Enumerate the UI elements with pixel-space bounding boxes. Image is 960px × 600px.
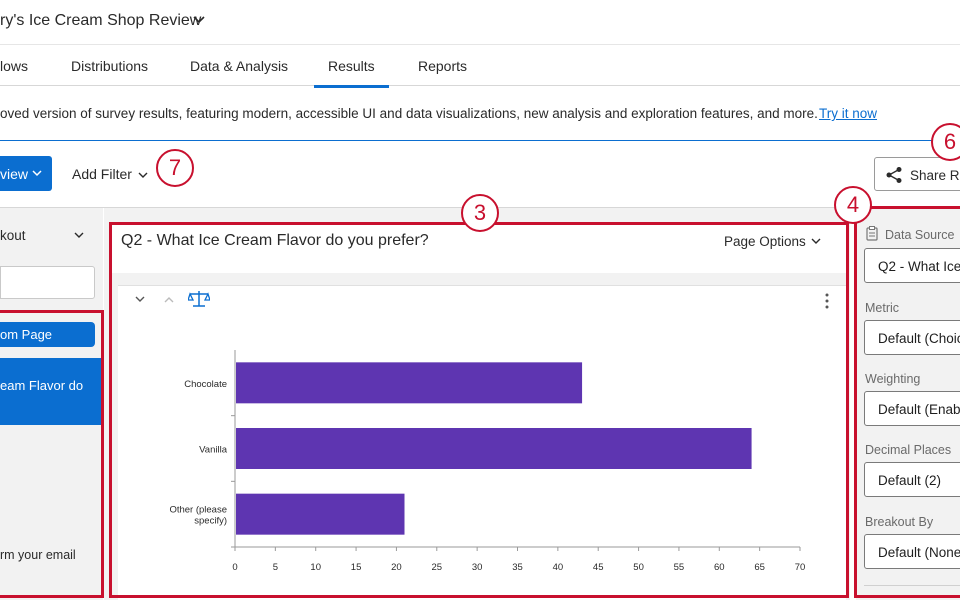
breakout-label[interactable]: kout bbox=[0, 228, 26, 243]
callout-box-4 bbox=[854, 206, 960, 598]
view-button-label: view bbox=[0, 166, 29, 182]
survey-title-bar: ry's Ice Cream Shop Review bbox=[0, 0, 960, 45]
banner-message: oved version of survey results, featurin… bbox=[0, 106, 818, 121]
callout-number-7: 7 bbox=[156, 149, 194, 187]
tab-data-analysis[interactable]: Data & Analysis bbox=[190, 58, 288, 74]
share-report-button[interactable]: Share Re bbox=[874, 157, 960, 191]
callout-number-4: 4 bbox=[834, 186, 872, 224]
tab-reports[interactable]: Reports bbox=[418, 58, 467, 74]
new-results-banner: oved version of survey results, featurin… bbox=[0, 87, 960, 141]
callout-box-3 bbox=[109, 222, 849, 598]
chevron-down-icon[interactable] bbox=[74, 232, 84, 239]
try-it-now-link[interactable]: Try it now bbox=[819, 106, 877, 121]
view-dropdown-button[interactable]: view bbox=[0, 156, 52, 191]
callout-number-6: 6 bbox=[931, 123, 960, 161]
main-nav-tabs: lows Distributions Data & Analysis Resul… bbox=[0, 46, 960, 88]
page-search-input[interactable] bbox=[0, 266, 95, 299]
chevron-down-icon[interactable] bbox=[193, 16, 205, 24]
tab-distributions[interactable]: Distributions bbox=[71, 58, 148, 74]
tab-workflows[interactable]: lows bbox=[0, 58, 28, 74]
share-button-label: Share Re bbox=[910, 168, 960, 183]
chevron-down-icon[interactable] bbox=[138, 172, 148, 179]
callout-number-3: 3 bbox=[461, 194, 499, 232]
chevron-down-icon bbox=[32, 170, 42, 177]
survey-title[interactable]: ry's Ice Cream Shop Review bbox=[0, 12, 201, 30]
callout-box-sidebar bbox=[0, 310, 104, 598]
tab-results[interactable]: Results bbox=[314, 58, 389, 88]
share-icon bbox=[886, 167, 902, 183]
add-filter-button[interactable]: Add Filter bbox=[72, 166, 132, 182]
